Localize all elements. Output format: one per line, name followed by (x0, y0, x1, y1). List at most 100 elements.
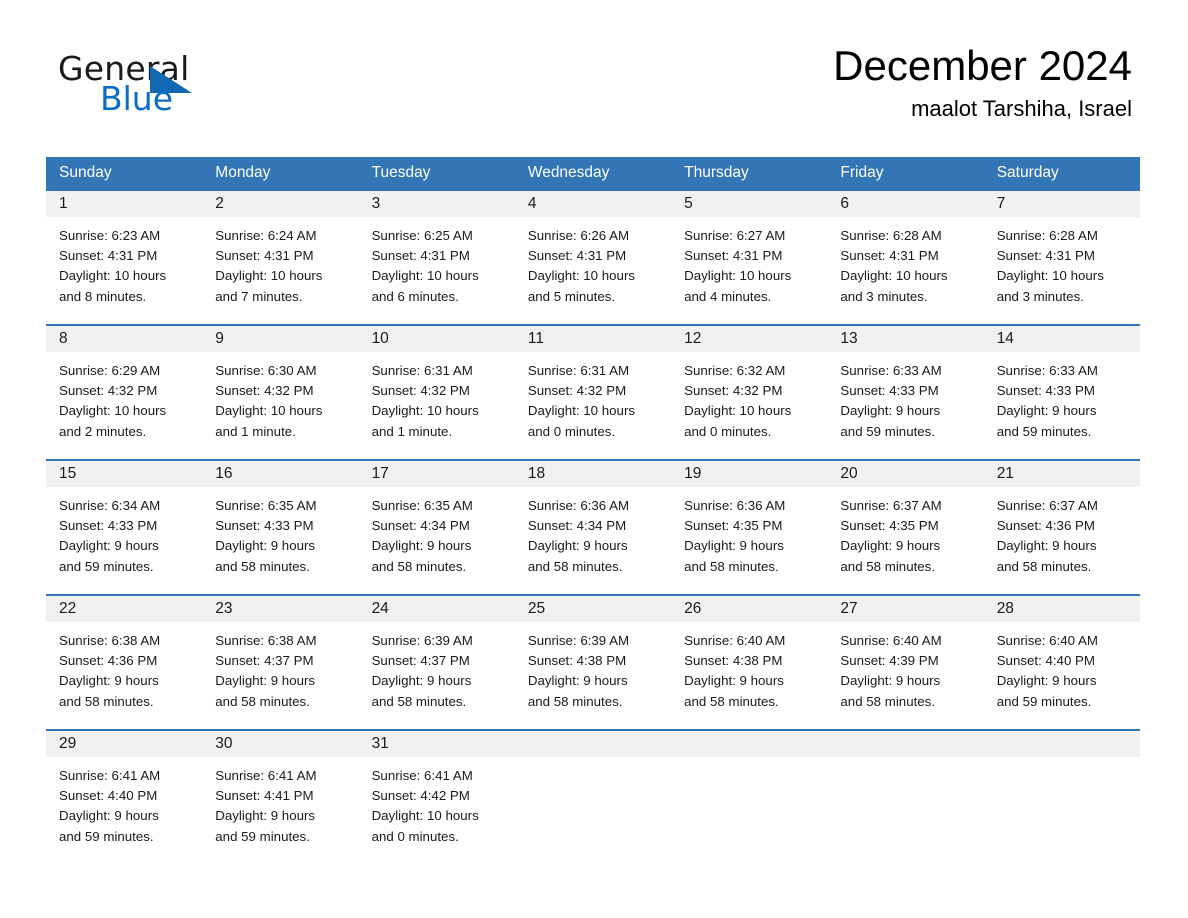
daylight-text-line2: and 58 minutes. (840, 693, 936, 709)
day-cell[interactable]: 18 Sunrise: 6:36 AM Sunset: 4:34 PM Dayl… (514, 461, 672, 594)
day-cell[interactable]: 30 Sunrise: 6:41 AM Sunset: 4:41 PM Dayl… (202, 731, 359, 847)
daylight-text-line1: Daylight: 9 hours (371, 673, 472, 689)
day-cell[interactable]: 12 Sunrise: 6:32 AM Sunset: 4:32 PM Dayl… (671, 326, 828, 459)
daylight-text-line2: and 59 minutes. (996, 693, 1092, 709)
sunset-text: Sunset: 4:33 PM (59, 518, 158, 534)
sunset-text: Sunset: 4:31 PM (371, 248, 470, 264)
sunset-text: Sunset: 4:41 PM (215, 788, 314, 804)
day-cell[interactable]: 31 Sunrise: 6:41 AM Sunset: 4:42 PM Dayl… (358, 731, 515, 847)
sunrise-text: Sunrise: 6:41 AM (371, 768, 473, 783)
day-cell[interactable]: 29 Sunrise: 6:41 AM Sunset: 4:40 PM Dayl… (46, 731, 203, 847)
day-details: Sunrise: 6:31 AM Sunset: 4:32 PM Dayligh… (359, 352, 515, 442)
sunrise-text: Sunrise: 6:31 AM (371, 363, 473, 378)
daylight-text-line1: Daylight: 9 hours (996, 673, 1097, 689)
day-cell[interactable]: 24 Sunrise: 6:39 AM Sunset: 4:37 PM Dayl… (358, 596, 515, 729)
day-details: Sunrise: 6:41 AM Sunset: 4:40 PM Dayligh… (46, 757, 202, 847)
sunrise-text: Sunrise: 6:33 AM (840, 363, 942, 378)
sunrise-text: Sunrise: 6:38 AM (59, 633, 161, 648)
day-cell[interactable]: 14 Sunrise: 6:33 AM Sunset: 4:33 PM Dayl… (983, 326, 1140, 459)
daylight-text-line1: Daylight: 10 hours (684, 403, 792, 419)
day-cell[interactable]: 25 Sunrise: 6:39 AM Sunset: 4:38 PM Dayl… (514, 596, 672, 729)
day-details: Sunrise: 6:37 AM Sunset: 4:35 PM Dayligh… (827, 487, 983, 577)
day-number: 23 (202, 596, 359, 622)
week-row: 15 Sunrise: 6:34 AM Sunset: 4:33 PM Dayl… (46, 459, 1140, 594)
sunset-text: Sunset: 4:32 PM (684, 383, 783, 399)
day-number: 5 (671, 191, 828, 217)
sunset-text: Sunset: 4:33 PM (840, 383, 939, 399)
sunset-text: Sunset: 4:35 PM (684, 518, 783, 534)
day-cell[interactable]: 4 Sunrise: 6:26 AM Sunset: 4:31 PM Dayli… (514, 191, 672, 324)
day-cell[interactable]: 6 Sunrise: 6:28 AM Sunset: 4:31 PM Dayli… (827, 191, 984, 324)
daylight-text-line1: Daylight: 10 hours (527, 403, 636, 419)
day-cell[interactable]: 10 Sunrise: 6:31 AM Sunset: 4:32 PM Dayl… (358, 326, 515, 459)
day-cell[interactable]: 17 Sunrise: 6:35 AM Sunset: 4:34 PM Dayl… (358, 461, 515, 594)
day-cell[interactable]: 9 Sunrise: 6:30 AM Sunset: 4:32 PM Dayli… (202, 326, 359, 459)
day-cell[interactable]: 2 Sunrise: 6:24 AM Sunset: 4:31 PM Dayli… (202, 191, 359, 324)
sunset-text: Sunset: 4:37 PM (371, 653, 470, 669)
day-details: Sunrise: 6:27 AM Sunset: 4:31 PM Dayligh… (671, 217, 827, 307)
sunrise-text: Sunrise: 6:25 AM (371, 228, 473, 243)
daylight-text-line1: Daylight: 9 hours (215, 808, 316, 824)
day-details: Sunrise: 6:38 AM Sunset: 4:37 PM Dayligh… (202, 622, 358, 712)
sunset-text: Sunset: 4:36 PM (996, 518, 1095, 534)
sunrise-text: Sunrise: 6:37 AM (996, 498, 1098, 513)
day-details: Sunrise: 6:38 AM Sunset: 4:36 PM Dayligh… (46, 622, 202, 712)
day-details: Sunrise: 6:36 AM Sunset: 4:34 PM Dayligh… (515, 487, 671, 577)
week-row: 22 Sunrise: 6:38 AM Sunset: 4:36 PM Dayl… (46, 594, 1140, 729)
day-details: Sunrise: 6:41 AM Sunset: 4:42 PM Dayligh… (359, 757, 515, 847)
daylight-text-line2: and 1 minute. (371, 423, 453, 439)
generalblue-logo: General Blue (58, 52, 288, 120)
day-details: Sunrise: 6:37 AM Sunset: 4:36 PM Dayligh… (984, 487, 1140, 577)
sunset-text: Sunset: 4:32 PM (215, 383, 314, 399)
sunrise-text: Sunrise: 6:34 AM (59, 498, 161, 513)
daylight-text-line1: Daylight: 9 hours (59, 673, 159, 689)
day-cell[interactable]: 22 Sunrise: 6:38 AM Sunset: 4:36 PM Dayl… (46, 596, 203, 729)
day-cell[interactable]: 1 Sunrise: 6:23 AM Sunset: 4:31 PM Dayli… (46, 191, 203, 324)
sunrise-text: Sunrise: 6:23 AM (59, 228, 161, 243)
day-number: 28 (983, 596, 1140, 622)
day-cell-empty (514, 731, 672, 847)
day-number: 8 (46, 326, 203, 352)
sunrise-text: Sunrise: 6:38 AM (215, 633, 317, 648)
day-details: Sunrise: 6:39 AM Sunset: 4:37 PM Dayligh… (359, 622, 515, 712)
day-number: 3 (358, 191, 515, 217)
sunrise-text: Sunrise: 6:40 AM (996, 633, 1098, 648)
sunset-text: Sunset: 4:40 PM (59, 788, 158, 804)
day-cell[interactable]: 23 Sunrise: 6:38 AM Sunset: 4:37 PM Dayl… (202, 596, 359, 729)
calendar-page: General Blue December 2024 maalot Tarshi… (0, 0, 1188, 918)
day-number: 10 (358, 326, 515, 352)
day-cell[interactable]: 20 Sunrise: 6:37 AM Sunset: 4:35 PM Dayl… (827, 461, 984, 594)
daylight-text-line2: and 1 minute. (215, 423, 296, 439)
sunset-text: Sunset: 4:31 PM (59, 248, 158, 264)
day-cell[interactable]: 5 Sunrise: 6:27 AM Sunset: 4:31 PM Dayli… (671, 191, 828, 324)
sunset-text: Sunset: 4:31 PM (527, 248, 627, 264)
day-number: 13 (827, 326, 984, 352)
daylight-text-line1: Daylight: 10 hours (59, 403, 167, 419)
daylight-text-line2: and 3 minutes. (996, 288, 1084, 304)
daylight-text-line2: and 8 minutes. (59, 288, 147, 304)
daylight-text-line1: Daylight: 9 hours (840, 403, 941, 419)
day-cell[interactable]: 3 Sunrise: 6:25 AM Sunset: 4:31 PM Dayli… (358, 191, 515, 324)
day-cell[interactable]: 16 Sunrise: 6:35 AM Sunset: 4:33 PM Dayl… (202, 461, 359, 594)
day-number: 31 (358, 731, 515, 757)
day-cell[interactable]: 13 Sunrise: 6:33 AM Sunset: 4:33 PM Dayl… (827, 326, 984, 459)
day-cell[interactable]: 19 Sunrise: 6:36 AM Sunset: 4:35 PM Dayl… (671, 461, 828, 594)
daylight-text-line1: Daylight: 10 hours (59, 268, 167, 284)
day-cell[interactable]: 27 Sunrise: 6:40 AM Sunset: 4:39 PM Dayl… (827, 596, 984, 729)
sunset-text: Sunset: 4:35 PM (840, 518, 939, 534)
location-subtitle: maalot Tarshiha, Israel (911, 96, 1132, 122)
day-cell[interactable]: 7 Sunrise: 6:28 AM Sunset: 4:31 PM Dayli… (983, 191, 1140, 324)
day-cell[interactable]: 28 Sunrise: 6:40 AM Sunset: 4:40 PM Dayl… (983, 596, 1140, 729)
day-cell[interactable]: 26 Sunrise: 6:40 AM Sunset: 4:38 PM Dayl… (671, 596, 828, 729)
sunrise-text: Sunrise: 6:28 AM (996, 228, 1098, 243)
day-cell[interactable]: 21 Sunrise: 6:37 AM Sunset: 4:36 PM Dayl… (983, 461, 1140, 594)
day-cell[interactable]: 15 Sunrise: 6:34 AM Sunset: 4:33 PM Dayl… (46, 461, 203, 594)
daylight-text-line1: Daylight: 9 hours (59, 808, 159, 824)
sunrise-text: Sunrise: 6:27 AM (684, 228, 786, 243)
day-number: 21 (983, 461, 1140, 487)
sunset-text: Sunset: 4:31 PM (840, 248, 939, 264)
day-cell[interactable]: 11 Sunrise: 6:31 AM Sunset: 4:32 PM Dayl… (514, 326, 672, 459)
day-number: 12 (671, 326, 828, 352)
sunrise-text: Sunrise: 6:36 AM (527, 498, 630, 513)
day-cell[interactable]: 8 Sunrise: 6:29 AM Sunset: 4:32 PM Dayli… (46, 326, 203, 459)
